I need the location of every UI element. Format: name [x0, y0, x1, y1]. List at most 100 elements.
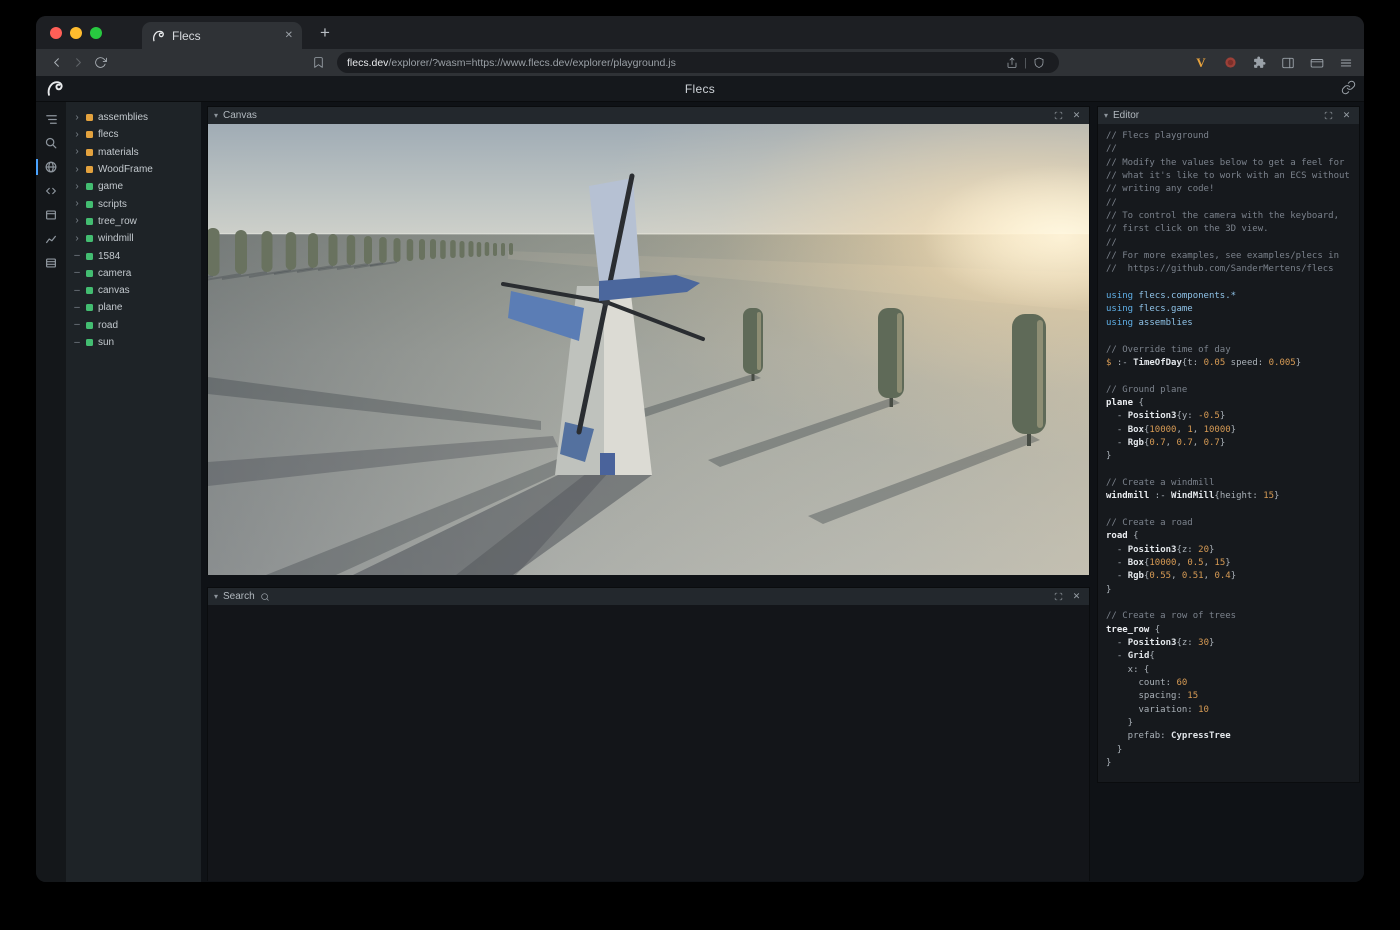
- tree-item-label: flecs: [98, 129, 119, 140]
- entity-color-swatch: [86, 149, 93, 156]
- sidebar-search-button[interactable]: [40, 134, 62, 152]
- browser-menu-button[interactable]: [1336, 53, 1356, 73]
- code-line: $ :- TimeOfDay{t: 0.05 speed: 0.005}: [1106, 357, 1355, 370]
- tree-item-scripts[interactable]: ›scripts: [66, 195, 201, 212]
- link-icon: [1341, 80, 1356, 95]
- tree-item-label: sun: [98, 337, 114, 348]
- chevron-right-icon[interactable]: ›: [73, 182, 81, 192]
- sidebar-inspector-button[interactable]: [40, 206, 62, 224]
- tree-item-label: WoodFrame: [98, 164, 153, 175]
- extension-v-button[interactable]: V: [1191, 53, 1211, 73]
- editor-fullscreen-button[interactable]: [1322, 109, 1335, 122]
- leaf-dash-icon: –: [73, 338, 81, 348]
- sidebar-world-button[interactable]: [40, 158, 62, 176]
- new-tab-button[interactable]: +: [314, 23, 336, 43]
- close-window-button[interactable]: [50, 27, 62, 39]
- sidebar-stats-button[interactable]: [40, 230, 62, 248]
- tree-item-assemblies[interactable]: › assemblies: [66, 109, 201, 126]
- chevron-down-icon[interactable]: ▾: [214, 593, 218, 601]
- code-line: - Position3{z: 30}: [1106, 637, 1355, 650]
- reload-button[interactable]: [89, 52, 111, 74]
- extensions-button[interactable]: [1249, 53, 1269, 73]
- tree-item-sun[interactable]: – sun: [66, 334, 201, 351]
- tree-item-WoodFrame[interactable]: › WoodFrame: [66, 161, 201, 178]
- editor-panel-header[interactable]: ▾ Editor ✕: [1098, 107, 1359, 124]
- chevron-right-icon[interactable]: ›: [73, 234, 81, 244]
- chevron-right-icon[interactable]: ›: [73, 165, 81, 175]
- code-line: // first click on the 3D view.: [1106, 223, 1355, 236]
- flecs-logo-icon[interactable]: [45, 79, 64, 103]
- code-line: // Create a road: [1106, 517, 1355, 530]
- shields-button[interactable]: [1029, 53, 1049, 73]
- bookmark-button[interactable]: [307, 52, 329, 74]
- chevron-right-icon[interactable]: ›: [73, 199, 81, 209]
- chevron-right-icon[interactable]: ›: [73, 147, 81, 157]
- chevron-right-icon[interactable]: ›: [73, 113, 81, 123]
- code-line: // Create a windmill: [1106, 477, 1355, 490]
- entity-color-swatch: [86, 287, 93, 294]
- tree-item-road[interactable]: –road: [66, 317, 201, 334]
- code-line: using flecs.game: [1106, 303, 1355, 316]
- tree-item-plane[interactable]: –plane: [66, 299, 201, 316]
- address-bar[interactable]: flecs.dev/explorer/?wasm=https://www.fle…: [337, 52, 1059, 73]
- world-icon: [44, 160, 58, 174]
- chevron-right-icon[interactable]: ›: [73, 216, 81, 226]
- tree-item-label: road: [98, 320, 118, 331]
- code-line: road {: [1106, 530, 1355, 543]
- chevron-down-icon[interactable]: ▾: [214, 112, 218, 120]
- canvas-close-button[interactable]: ✕: [1070, 109, 1083, 122]
- code-line: // what it's like to work with an ECS wi…: [1106, 170, 1355, 183]
- code-line: // https://github.com/SanderMertens/flec…: [1106, 263, 1355, 276]
- navigation-bar: flecs.dev/explorer/?wasm=https://www.fle…: [36, 49, 1364, 76]
- code-line: - Position3{z: 20}: [1106, 544, 1355, 557]
- extension-record-button[interactable]: [1220, 53, 1240, 73]
- forward-button[interactable]: [67, 52, 89, 74]
- code-line: // Flecs playground: [1106, 130, 1355, 143]
- share-link-button[interactable]: [1341, 80, 1356, 100]
- canvas-panel-header[interactable]: ▾ Canvas ✕: [208, 107, 1089, 124]
- minimize-window-button[interactable]: [70, 27, 82, 39]
- tab-close-icon[interactable]: ✕: [285, 31, 293, 41]
- tree-item-windmill[interactable]: › windmill: [66, 230, 201, 247]
- sidebar-memory-button[interactable]: [40, 254, 62, 272]
- leaf-dash-icon: –: [73, 286, 81, 296]
- tree-item-label: game: [98, 181, 123, 192]
- sidebar-code-button[interactable]: [40, 182, 62, 200]
- tree-item-label: assemblies: [98, 112, 148, 123]
- tree-item-1584[interactable]: –1584: [66, 247, 201, 264]
- search-panel-header[interactable]: ▾ Search ✕: [208, 588, 1089, 605]
- code-line: count: 60: [1106, 677, 1355, 690]
- sidebar-entities-button[interactable]: [40, 110, 62, 128]
- chevron-down-icon[interactable]: ▾: [1104, 112, 1108, 120]
- sidebar-toggle-button[interactable]: [1278, 53, 1298, 73]
- code-line: - Box{10000, 1, 10000}: [1106, 424, 1355, 437]
- canvas-fullscreen-button[interactable]: [1052, 109, 1065, 122]
- back-button[interactable]: [45, 52, 67, 74]
- browser-tab-flecs[interactable]: Flecs ✕: [142, 22, 302, 49]
- code-line: x: {: [1106, 664, 1355, 677]
- tree-item-flecs[interactable]: › flecs: [66, 126, 201, 143]
- search-icon: [44, 136, 58, 150]
- tree-item-tree_row[interactable]: ›tree_row: [66, 213, 201, 230]
- code-line: [1106, 277, 1355, 290]
- search-close-button[interactable]: ✕: [1070, 590, 1083, 603]
- editor-code[interactable]: // Flecs playground//// Modify the value…: [1098, 124, 1359, 777]
- code-line: }: [1106, 584, 1355, 597]
- tree-item-canvas[interactable]: –canvas: [66, 282, 201, 299]
- tree-item-camera[interactable]: –camera: [66, 265, 201, 282]
- entity-color-swatch: [86, 201, 93, 208]
- code-line: tree_row {: [1106, 624, 1355, 637]
- inspector-window-icon: [44, 208, 58, 222]
- search-icon: [260, 592, 270, 602]
- canvas-3d-view[interactable]: [208, 124, 1089, 575]
- search-fullscreen-button[interactable]: [1052, 590, 1065, 603]
- chevron-right-icon[interactable]: ›: [73, 130, 81, 140]
- editor-close-button[interactable]: ✕: [1340, 109, 1353, 122]
- wallet-button[interactable]: [1307, 53, 1327, 73]
- url-host: flecs.dev: [347, 57, 388, 69]
- tree-item-game[interactable]: › game: [66, 178, 201, 195]
- zoom-window-button[interactable]: [90, 27, 102, 39]
- share-button[interactable]: [1002, 53, 1022, 73]
- tree-item-label: windmill: [98, 233, 134, 244]
- tree-item-materials[interactable]: ›materials: [66, 144, 201, 161]
